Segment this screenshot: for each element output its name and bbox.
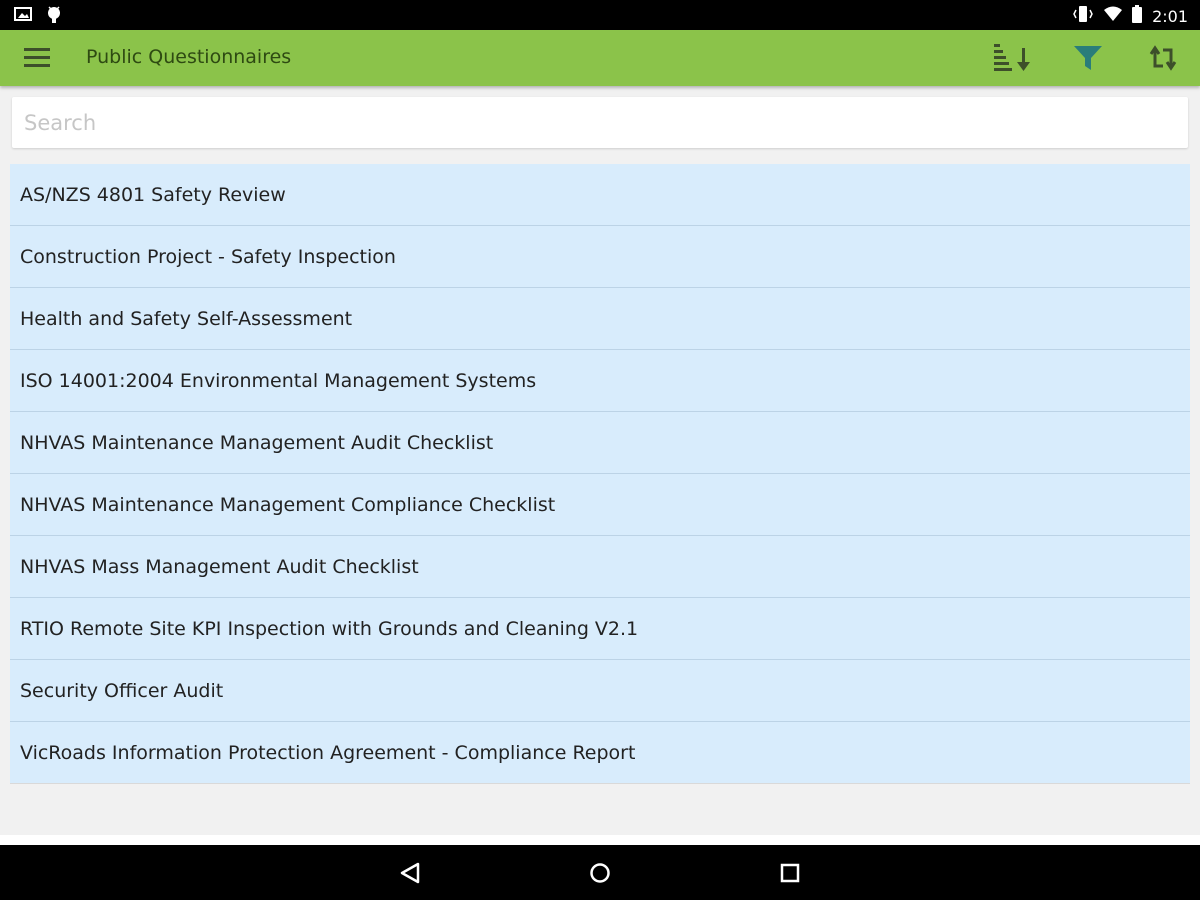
sort-button[interactable]: [990, 40, 1034, 76]
list-item[interactable]: VicRoads Information Protection Agreemen…: [10, 722, 1190, 784]
wifi-icon: [1104, 6, 1123, 26]
back-icon: [400, 862, 420, 884]
search-box: [12, 97, 1188, 148]
status-bar: 2:01: [0, 0, 1200, 30]
list-item[interactable]: NHVAS Maintenance Management Audit Check…: [10, 412, 1190, 474]
list-item[interactable]: Health and Safety Self-Assessment: [10, 288, 1190, 350]
home-icon: [590, 863, 610, 883]
bottom-separator: [0, 835, 1200, 845]
list-item-label: Health and Safety Self-Assessment: [20, 307, 353, 330]
list-item-label: NHVAS Maintenance Management Compliance …: [20, 493, 556, 516]
list-item-label: NHVAS Mass Management Audit Checklist: [20, 555, 419, 578]
battery-icon: [1132, 5, 1143, 27]
questionnaire-list: AS/NZS 4801 Safety Review Construction P…: [10, 164, 1190, 784]
image-icon: [14, 6, 32, 28]
sync-icon: [1149, 45, 1177, 71]
status-left-icons: [14, 6, 62, 28]
app-bar: Public Questionnaires: [0, 30, 1200, 86]
status-time: 2:01: [1152, 6, 1188, 26]
list-item-label: Construction Project - Safety Inspection: [20, 245, 396, 268]
list-item-label: Security Officer Audit: [20, 679, 224, 702]
page-title: Public Questionnaires: [86, 46, 292, 68]
recents-button[interactable]: [774, 857, 806, 889]
home-button[interactable]: [584, 857, 616, 889]
list-item[interactable]: AS/NZS 4801 Safety Review: [10, 164, 1190, 226]
list-item[interactable]: Security Officer Audit: [10, 660, 1190, 722]
hamburger-menu-icon: [24, 48, 50, 67]
list-item-label: ISO 14001:2004 Environmental Management …: [20, 369, 537, 392]
search-input[interactable]: [12, 97, 1188, 148]
list-item[interactable]: RTIO Remote Site KPI Inspection with Gro…: [10, 598, 1190, 660]
list-item-label: VicRoads Information Protection Agreemen…: [20, 741, 636, 764]
list-item[interactable]: NHVAS Mass Management Audit Checklist: [10, 536, 1190, 598]
list-item-label: RTIO Remote Site KPI Inspection with Gro…: [20, 617, 639, 640]
android-icon: [46, 6, 62, 28]
list-item-label: NHVAS Maintenance Management Audit Check…: [20, 431, 494, 454]
sort-icon: [994, 44, 1030, 71]
list-item[interactable]: Construction Project - Safety Inspection: [10, 226, 1190, 288]
recents-icon: [780, 863, 800, 883]
sync-button[interactable]: [1141, 40, 1185, 76]
navigation-bar: [0, 845, 1200, 900]
list-item[interactable]: NHVAS Maintenance Management Compliance …: [10, 474, 1190, 536]
list-item[interactable]: ISO 14001:2004 Environmental Management …: [10, 350, 1190, 412]
filter-icon: [1074, 46, 1102, 70]
filter-button[interactable]: [1066, 40, 1110, 76]
vibrate-icon: [1072, 5, 1094, 27]
list-item-label: AS/NZS 4801 Safety Review: [20, 183, 286, 206]
back-button[interactable]: [394, 857, 426, 889]
menu-button[interactable]: [18, 42, 58, 74]
status-right-icons: 2:01: [1072, 5, 1188, 27]
